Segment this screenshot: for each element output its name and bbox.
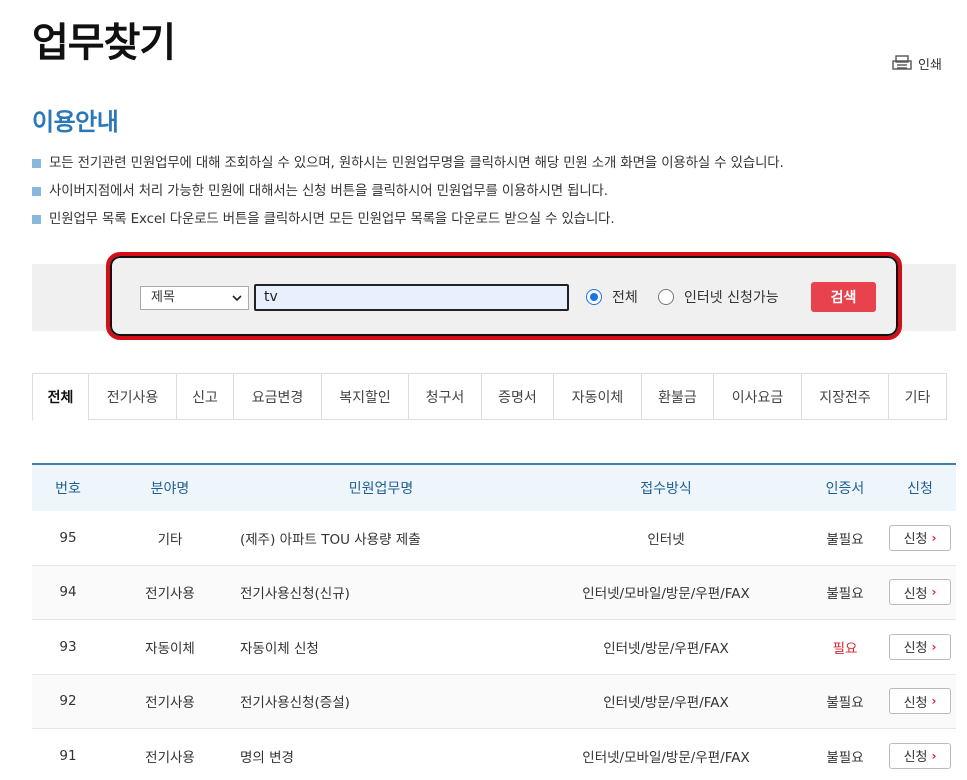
square-bullet-icon xyxy=(32,187,41,196)
table-row: 95 기타 (제주) 아파트 TOU 사용량 제출 인터넷 불필요 신청 › xyxy=(32,511,956,566)
table-header: 번호 분야명 민원업무명 접수방식 인증서 신청 xyxy=(32,463,956,511)
page-title: 업무찾기 xyxy=(32,20,176,66)
radio-unchecked-icon xyxy=(658,289,674,305)
cell-no: 92 xyxy=(59,693,77,710)
cell-name-link[interactable]: 전기사용신청(증설) xyxy=(236,691,526,711)
radio-internet-label: 인터넷 신청가능 xyxy=(684,290,779,306)
square-bullet-icon xyxy=(32,159,41,168)
apply-button[interactable]: 신청 › xyxy=(889,633,951,660)
header-method: 접수방식 xyxy=(640,481,692,497)
tab-electric-use[interactable]: 전기사용 xyxy=(89,373,177,420)
guide-list: 모든 전기관련 민원업무에 대해 조회하실 수 있으며, 원하시는 민원업무명을… xyxy=(32,150,784,234)
cell-no: 94 xyxy=(59,584,77,601)
cell-method: 인터넷/방문/우편/FAX xyxy=(603,695,729,712)
cell-field: 전기사용 xyxy=(145,749,195,766)
apply-button[interactable]: 신청 › xyxy=(889,742,951,769)
radio-all-label: 전체 xyxy=(612,290,638,306)
guide-item: 사이버지점에서 처리 가능한 민원에 대해서는 신청 버튼을 클릭하시어 민원업… xyxy=(32,178,784,206)
tab-utility-pole[interactable]: 지장전주 xyxy=(802,373,889,420)
header-cert: 인증서 xyxy=(825,481,865,497)
cell-name-link[interactable]: 명의 변경 xyxy=(236,746,526,766)
header-no: 번호 xyxy=(55,481,81,497)
cell-field: 자동이체 xyxy=(145,640,195,657)
printer-icon xyxy=(892,54,912,70)
search-input[interactable]: tv xyxy=(254,284,569,311)
guide-item-text: 사이버지점에서 처리 가능한 민원에 대해서는 신청 버튼을 클릭하시어 민원업… xyxy=(49,184,608,199)
cell-name-link[interactable]: (제주) 아파트 TOU 사용량 제출 xyxy=(236,528,526,548)
tab-refund[interactable]: 환불금 xyxy=(642,373,714,420)
apply-button[interactable]: 신청 › xyxy=(889,524,951,551)
cell-no: 95 xyxy=(59,529,77,546)
tab-rate-change[interactable]: 요금변경 xyxy=(234,373,322,420)
cell-method: 인터넷/모바일/방문/우편/FAX xyxy=(582,586,750,603)
cell-cert-required: 필요 xyxy=(832,640,858,657)
search-type-select[interactable]: 제목 xyxy=(140,286,249,310)
cell-field: 전기사용 xyxy=(145,695,195,712)
print-button[interactable]: 인쇄 xyxy=(892,54,942,73)
apply-label: 신청 xyxy=(903,641,928,657)
cell-field: 기타 xyxy=(157,531,183,548)
cell-cert: 불필요 xyxy=(826,586,864,603)
guide-item-text: 민원업무 목록 Excel 다운로드 버튼을 클릭하시면 모든 민원업무 목록을… xyxy=(49,212,615,227)
search-button[interactable]: 검색 xyxy=(811,282,876,312)
guide-item-text: 모든 전기관련 민원업무에 대해 조회하실 수 있으며, 원하시는 민원업무명을… xyxy=(49,156,784,171)
search-type-value: 제목 xyxy=(151,290,175,305)
chevron-down-icon xyxy=(232,295,242,302)
radio-internet-available[interactable]: 인터넷 신청가능 xyxy=(658,287,779,307)
cell-no: 91 xyxy=(59,747,77,764)
tab-bill[interactable]: 청구서 xyxy=(409,373,482,420)
print-label: 인쇄 xyxy=(918,58,942,73)
apply-button[interactable]: 신청 › xyxy=(889,688,951,715)
apply-label: 신청 xyxy=(903,750,928,766)
chevron-right-icon: › xyxy=(931,530,937,545)
radio-all[interactable]: 전체 xyxy=(586,287,638,307)
cell-method: 인터넷/모바일/방문/우편/FAX xyxy=(582,749,750,766)
tab-report[interactable]: 신고 xyxy=(177,373,234,420)
guide-title: 이용안내 xyxy=(32,108,119,136)
cell-cert: 불필요 xyxy=(826,531,864,548)
table-row: 92 전기사용 전기사용신청(증설) 인터넷/방문/우편/FAX 불필요 신청 › xyxy=(32,674,956,729)
tab-all[interactable]: 전체 xyxy=(32,373,89,421)
header-apply: 신청 xyxy=(907,481,933,497)
chevron-right-icon: › xyxy=(931,639,937,654)
tab-certificate[interactable]: 증명서 xyxy=(482,373,554,420)
header-name: 민원업무명 xyxy=(348,481,414,497)
tab-auto-transfer[interactable]: 자동이체 xyxy=(554,373,642,420)
cell-method: 인터넷/방문/우편/FAX xyxy=(603,640,729,657)
square-bullet-icon xyxy=(32,215,41,224)
cell-cert: 불필요 xyxy=(826,695,864,712)
guide-item: 모든 전기관련 민원업무에 대해 조회하실 수 있으며, 원하시는 민원업무명을… xyxy=(32,150,784,178)
table-row: 91 전기사용 명의 변경 인터넷/모바일/방문/우편/FAX 불필요 신청 › xyxy=(32,729,956,780)
guide-item: 민원업무 목록 Excel 다운로드 버튼을 클릭하시면 모든 민원업무 목록을… xyxy=(32,206,784,234)
category-tabs: 전체 전기사용 신고 요금변경 복지할인 청구서 증명서 자동이체 환불금 이사… xyxy=(32,373,947,421)
chevron-right-icon: › xyxy=(931,748,937,763)
cell-name-link[interactable]: 자동이체 신청 xyxy=(236,637,526,657)
table-body: 95 기타 (제주) 아파트 TOU 사용량 제출 인터넷 불필요 신청 › 94… xyxy=(32,511,956,780)
tab-moving-fee[interactable]: 이사요금 xyxy=(714,373,802,420)
cell-cert: 불필요 xyxy=(826,749,864,766)
apply-button[interactable]: 신청 › xyxy=(889,579,951,606)
apply-label: 신청 xyxy=(903,586,928,602)
table-row: 93 자동이체 자동이체 신청 인터넷/방문/우편/FAX 필요 신청 › xyxy=(32,620,956,675)
cell-no: 93 xyxy=(59,638,77,655)
table-row: 94 전기사용 전기사용신청(신규) 인터넷/모바일/방문/우편/FAX 불필요… xyxy=(32,565,956,620)
chevron-right-icon: › xyxy=(931,694,937,709)
apply-label: 신청 xyxy=(903,532,928,548)
radio-checked-icon xyxy=(586,289,602,305)
cell-name-link[interactable]: 전기사용신청(신규) xyxy=(236,582,526,602)
cell-method: 인터넷 xyxy=(647,531,685,548)
cell-field: 전기사용 xyxy=(145,586,195,603)
tab-etc[interactable]: 기타 xyxy=(889,373,947,420)
apply-label: 신청 xyxy=(903,695,928,711)
tab-welfare-discount[interactable]: 복지할인 xyxy=(322,373,409,420)
chevron-right-icon: › xyxy=(931,585,937,600)
header-field: 분야명 xyxy=(150,481,190,497)
